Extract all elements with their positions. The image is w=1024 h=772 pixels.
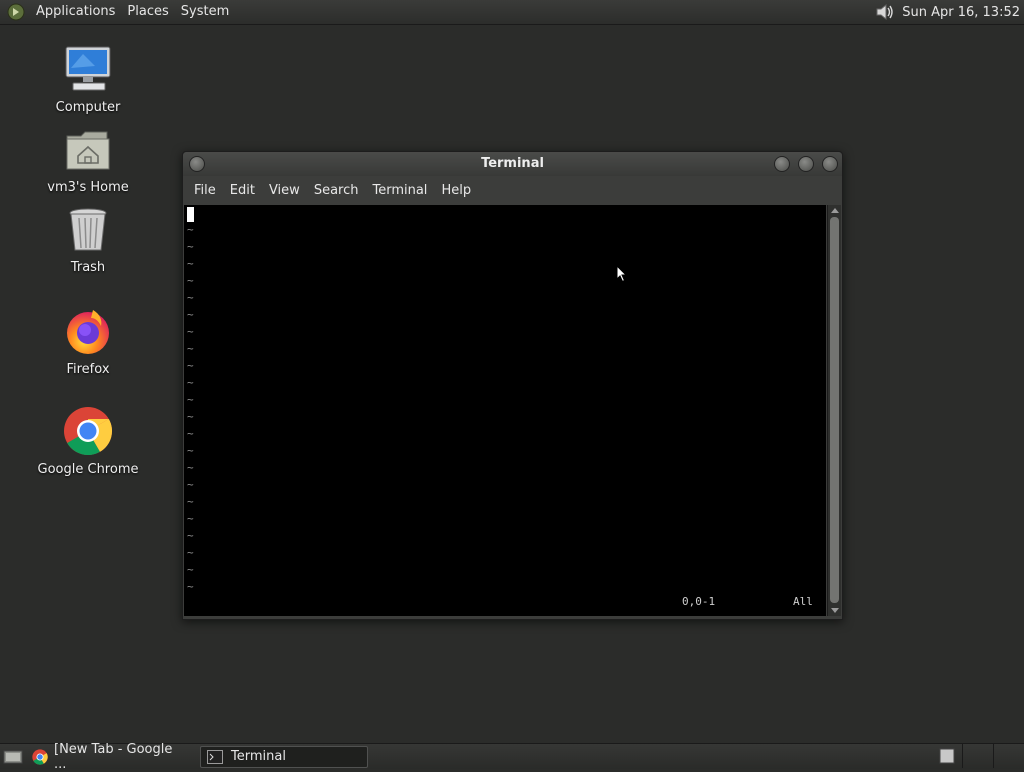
- menu-terminal[interactable]: Terminal: [365, 183, 434, 198]
- empty-line-marker: ~: [187, 580, 194, 593]
- empty-line-marker: ~: [187, 325, 194, 338]
- desktop-icon-firefox[interactable]: Firefox: [33, 306, 143, 377]
- text-cursor: [187, 207, 194, 222]
- top-panel-tray: Sun Apr 16, 13:52: [874, 0, 1024, 24]
- workspace-1[interactable]: [932, 744, 962, 768]
- trash-icon: [65, 206, 111, 258]
- taskbar-item-label: [New Tab - Google ...: [54, 741, 173, 772]
- system-menu[interactable]: System: [175, 1, 235, 23]
- computer-icon: [63, 44, 113, 98]
- places-menu[interactable]: Places: [121, 1, 174, 23]
- empty-line-marker: ~: [187, 342, 194, 355]
- terminal-icon: [207, 749, 223, 764]
- empty-line-marker: ~: [187, 223, 194, 236]
- mouse-pointer-icon: [616, 264, 628, 287]
- maximize-button[interactable]: [798, 156, 814, 172]
- cursor-position-status: 0,0-1: [682, 595, 716, 608]
- terminal-menubar: File Edit View Search Terminal Help: [183, 176, 842, 204]
- desktop-icon-home[interactable]: vm3's Home: [33, 126, 143, 195]
- desktop-icon-trash[interactable]: Trash: [33, 206, 143, 275]
- empty-line-marker: ~: [187, 393, 194, 406]
- chrome-icon: [63, 406, 113, 460]
- show-desktop-icon[interactable]: [0, 745, 26, 769]
- scroll-up-arrow-icon[interactable]: [831, 208, 839, 213]
- empty-line-marker: ~: [187, 410, 194, 423]
- empty-line-marker: ~: [187, 308, 194, 321]
- workspace-2[interactable]: [962, 744, 993, 768]
- window-title: Terminal: [481, 156, 544, 171]
- empty-line-marker: ~: [187, 512, 194, 525]
- desktop-icon-label: Google Chrome: [37, 462, 139, 477]
- close-button[interactable]: [822, 156, 838, 172]
- applications-menu[interactable]: Applications: [30, 1, 121, 23]
- empty-line-marker: ~: [187, 563, 194, 576]
- empty-line-marker: ~: [187, 359, 194, 372]
- desktop-icon-computer[interactable]: Computer: [33, 44, 143, 115]
- scroll-down-arrow-icon[interactable]: [831, 608, 839, 613]
- empty-line-marker: ~: [187, 291, 194, 304]
- workspace-switcher: [932, 744, 1024, 768]
- empty-line-marker: ~: [187, 257, 194, 270]
- firefox-icon: [63, 306, 113, 360]
- empty-line-marker: ~: [187, 427, 194, 440]
- desktop-icon-label: Firefox: [66, 362, 110, 377]
- empty-line-marker: ~: [187, 274, 194, 287]
- taskbar-item-label: Terminal: [231, 749, 286, 764]
- clock[interactable]: Sun Apr 16, 13:52: [896, 5, 1024, 20]
- taskbar-item-terminal[interactable]: Terminal: [200, 745, 368, 768]
- minimize-button[interactable]: [774, 156, 790, 172]
- taskbar-item-chrome[interactable]: [New Tab - Google ...: [26, 742, 192, 772]
- speaker-icon[interactable]: [874, 2, 896, 22]
- empty-line-marker: ~: [187, 444, 194, 457]
- chrome-icon: [32, 748, 48, 765]
- scrollbar-thumb[interactable]: [830, 217, 839, 603]
- scroll-position-status: All: [793, 595, 813, 608]
- empty-line-marker: ~: [187, 240, 194, 253]
- desktop-icon-label: Trash: [70, 260, 106, 275]
- menu-search[interactable]: Search: [307, 183, 366, 198]
- terminal-scrollbar[interactable]: [827, 205, 841, 616]
- menu-view[interactable]: View: [262, 183, 307, 198]
- workspace-3[interactable]: [993, 744, 1024, 768]
- empty-line-marker: ~: [187, 529, 194, 542]
- menu-edit[interactable]: Edit: [223, 183, 262, 198]
- menu-help[interactable]: Help: [434, 183, 478, 198]
- terminal-window: Terminal File Edit View Search Terminal …: [182, 151, 843, 620]
- empty-line-marker: ~: [187, 376, 194, 389]
- desktop-icon-label: Computer: [55, 100, 121, 115]
- empty-line-marker: ~: [187, 461, 194, 474]
- menu-logo-icon[interactable]: [6, 2, 26, 22]
- empty-line-marker: ~: [187, 495, 194, 508]
- window-titlebar[interactable]: Terminal: [183, 152, 842, 176]
- menu-file[interactable]: File: [187, 183, 223, 198]
- bottom-panel: [New Tab - Google ... Terminal: [0, 742, 1024, 772]
- terminal-output[interactable]: ~ ~ ~ ~ ~ ~ ~ ~ ~ ~ ~ ~ ~ ~ ~ ~ ~ ~ ~ ~ …: [184, 205, 826, 616]
- empty-line-marker: ~: [187, 546, 194, 559]
- empty-line-marker: ~: [187, 478, 194, 491]
- home-folder-icon: [63, 126, 113, 178]
- desktop-icon-chrome[interactable]: Google Chrome: [33, 406, 143, 477]
- desktop-icon-label: vm3's Home: [47, 180, 129, 195]
- top-panel: Applications Places System Sun Apr 16, 1…: [0, 0, 1024, 25]
